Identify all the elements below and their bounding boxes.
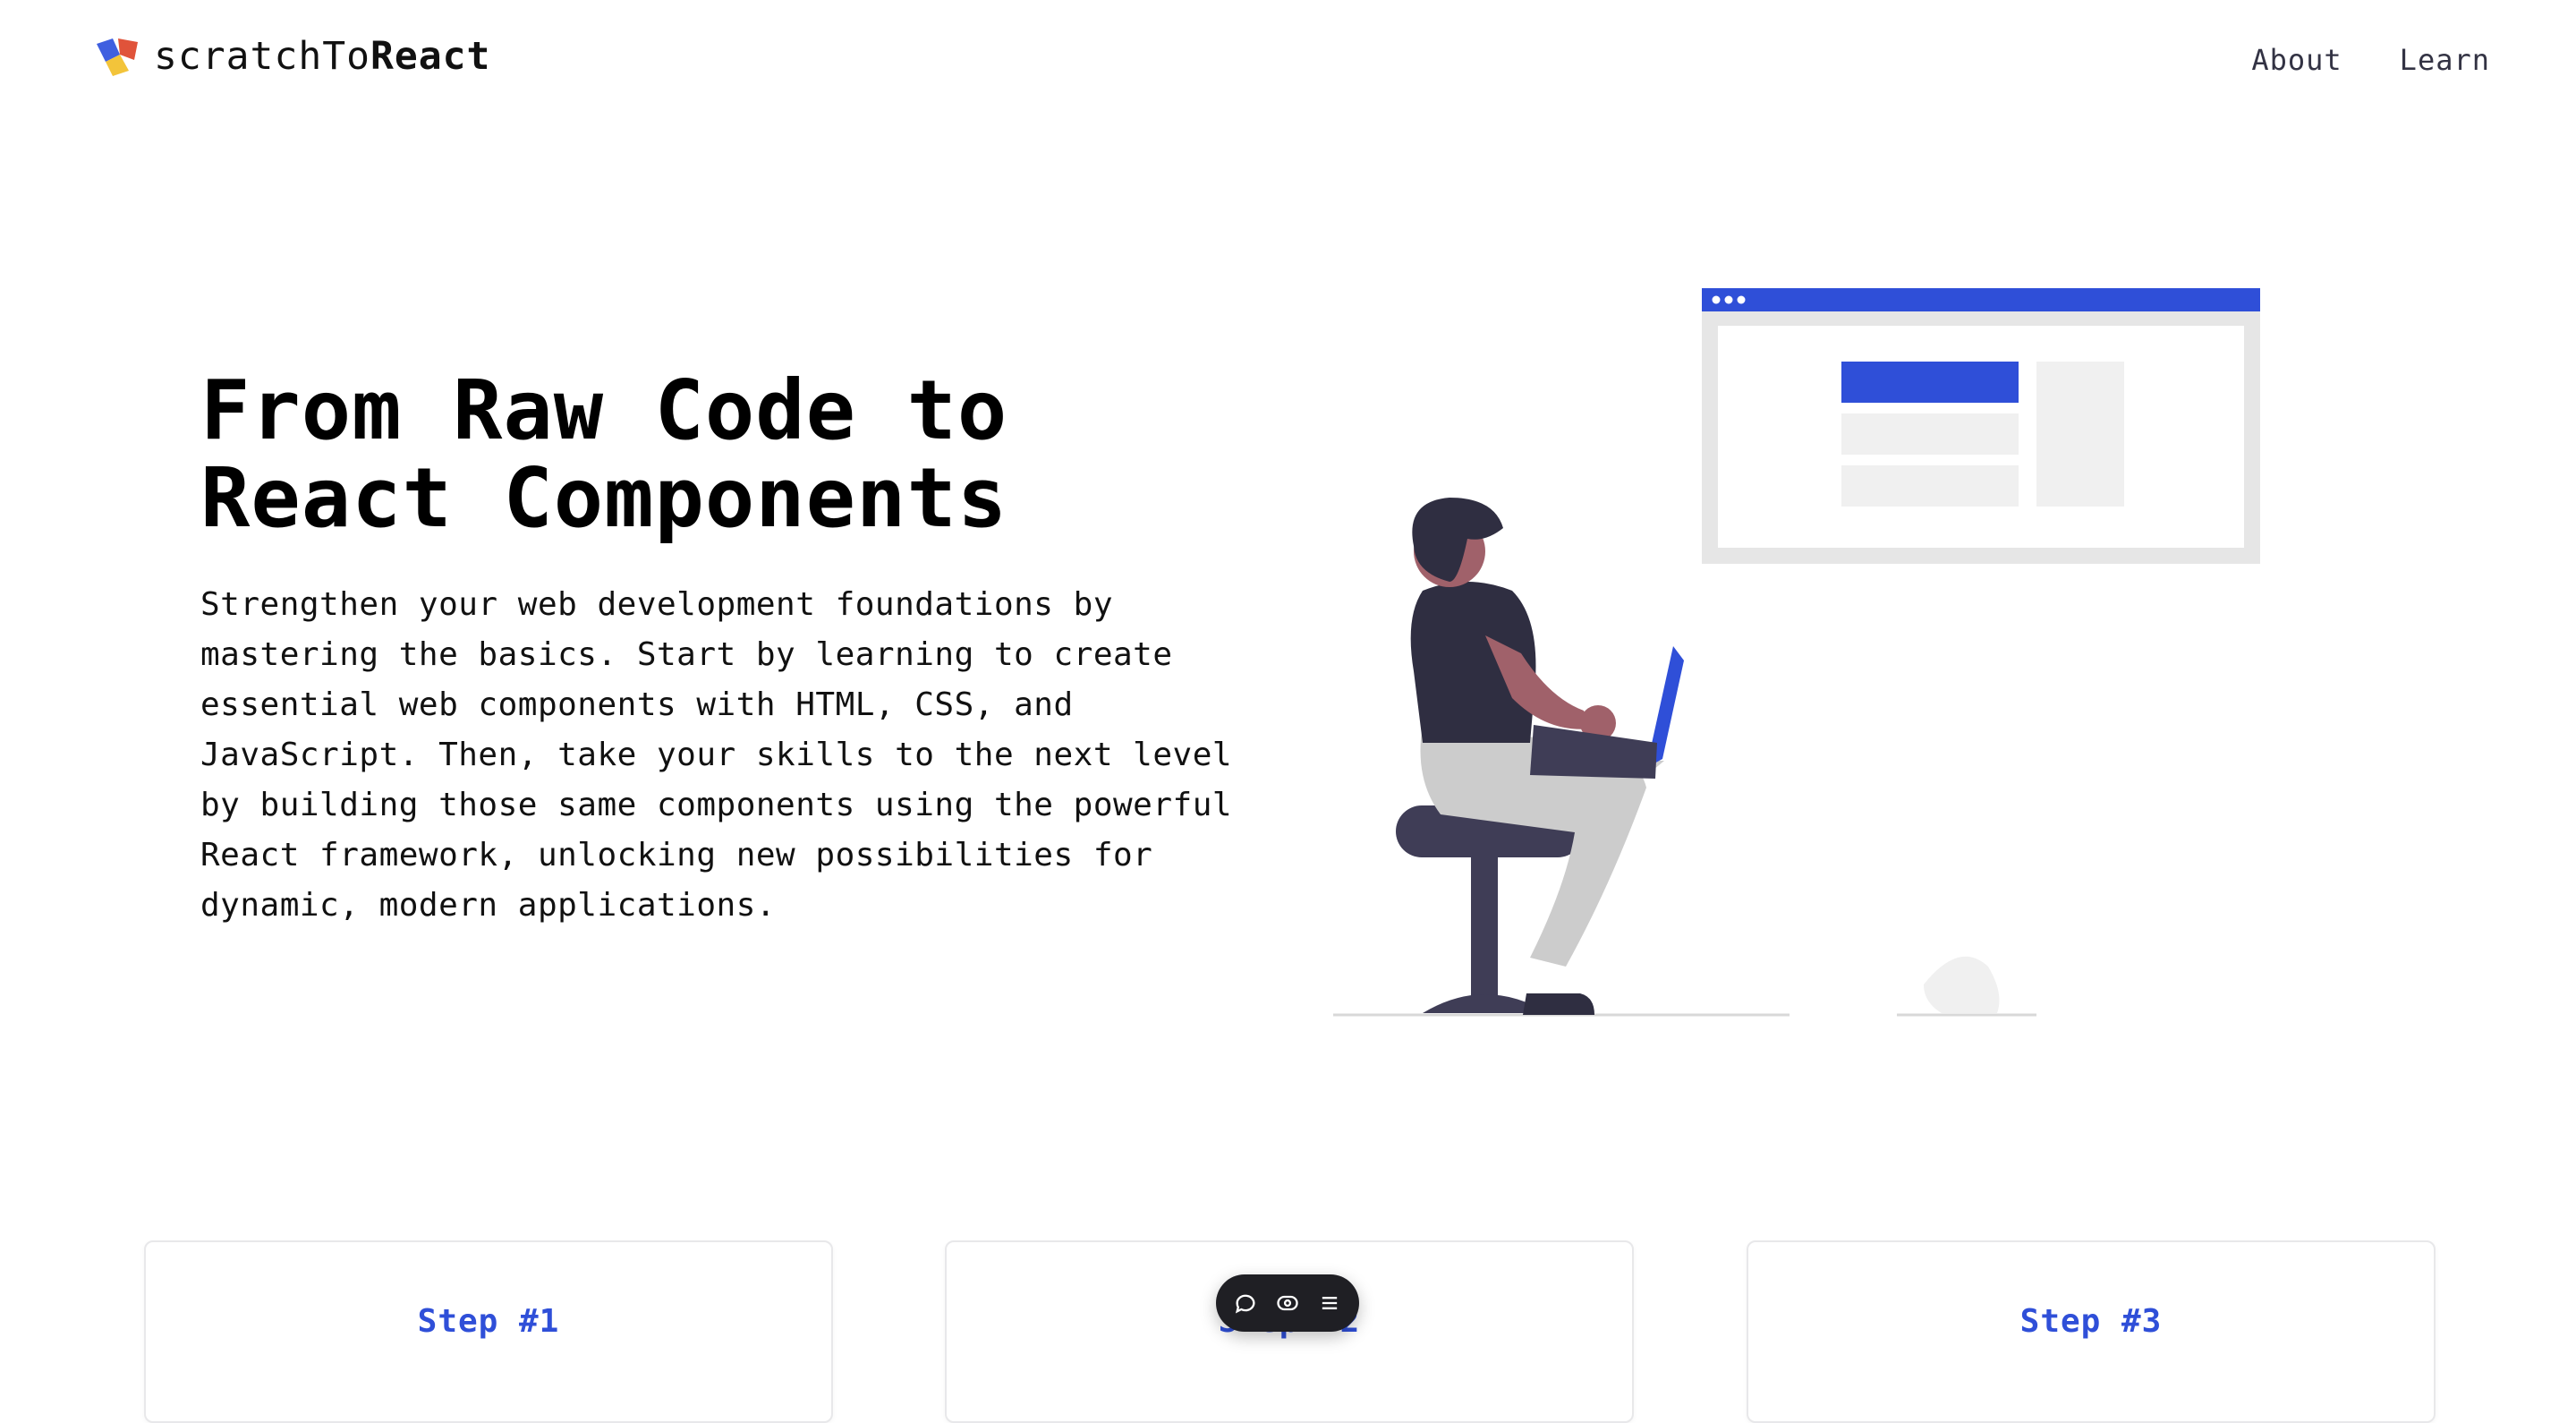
step-card-1[interactable]: Step #1: [144, 1240, 833, 1423]
step-card-title: Step #1: [417, 1303, 560, 1340]
person-graphic: [1410, 498, 1684, 1015]
logo-icon: [97, 38, 138, 76]
hero-illustration: [1333, 288, 2260, 1017]
step-card-2[interactable]: Step #2: [945, 1240, 1634, 1423]
main-nav: About Learn: [2251, 43, 2490, 77]
menu-icon: [1322, 1297, 1337, 1309]
logo[interactable]: scratchToReact: [93, 34, 490, 79]
floating-toolbar: [1216, 1274, 1359, 1332]
logo-text: scratchToReact: [154, 34, 491, 79]
hero-title-line-1: From Raw Code to: [200, 362, 1008, 458]
nav-learn-link[interactable]: Learn: [2400, 43, 2490, 77]
browser-window-graphic: [1702, 288, 2260, 564]
hero-title-line-2: React Components: [200, 450, 1008, 546]
comment-button[interactable]: [1230, 1288, 1261, 1318]
step-card-title: Step #3: [2019, 1303, 2163, 1340]
nav-about-link[interactable]: About: [2251, 43, 2342, 77]
step-card-3[interactable]: Step #3: [1747, 1240, 2436, 1423]
hero-description: Strengthen your web development foundati…: [200, 586, 1233, 924]
hero-title: From Raw Code to React Components: [200, 367, 1007, 542]
preview-button[interactable]: [1272, 1288, 1303, 1318]
comment-icon: [1236, 1294, 1255, 1314]
eye-icon: [1277, 1295, 1298, 1311]
site-header: scratchToReact About Learn: [0, 0, 2576, 125]
menu-button[interactable]: [1314, 1288, 1345, 1318]
